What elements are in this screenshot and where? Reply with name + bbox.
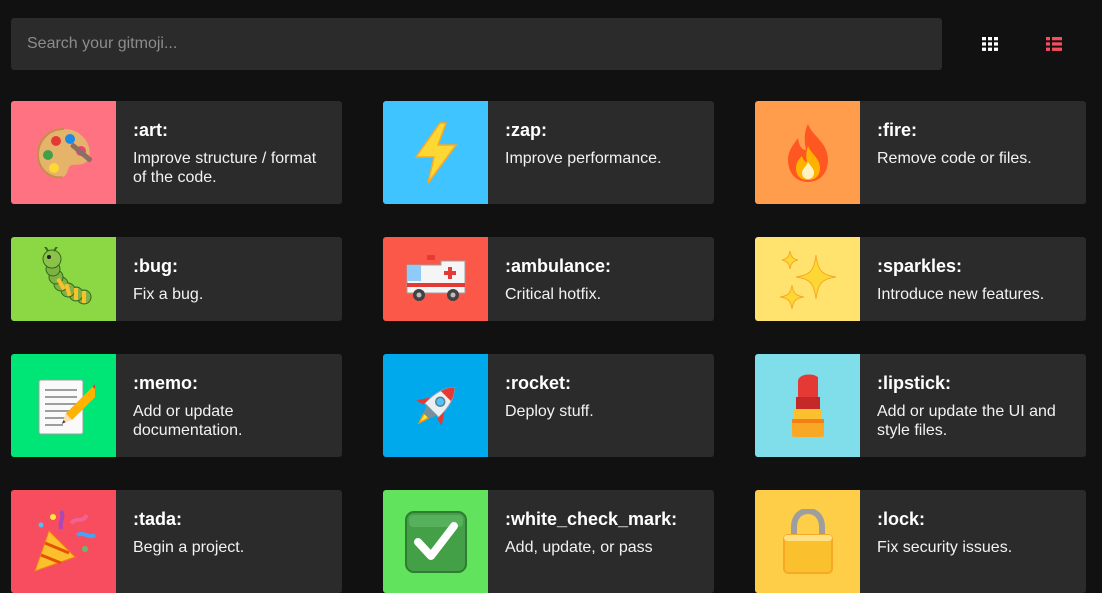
list-view-button[interactable]: [1042, 32, 1066, 56]
top-bar: [11, 18, 1091, 70]
card-info: :memo: Add or update documentation.: [116, 354, 342, 457]
search-input[interactable]: [11, 18, 942, 70]
gitmoji-card-white-check-mark[interactable]: :white_check_mark: Add, update, or pass: [383, 490, 714, 593]
palette-icon: [36, 127, 92, 178]
emoji-box: [11, 237, 116, 321]
card-info: :lipstick: Add or update the UI and styl…: [860, 354, 1086, 457]
gitmoji-card-rocket[interactable]: :rocket: Deploy stuff.: [383, 354, 714, 457]
sparkles-icon: [779, 250, 836, 310]
ambulance-icon: [406, 255, 465, 301]
gitmoji-description: Introduce new features.: [877, 286, 1045, 303]
gitmoji-code: :fire:: [877, 120, 917, 140]
gitmoji-card-zap[interactable]: :zap: Improve performance.: [383, 101, 714, 204]
gitmoji-description: Remove code or files.: [877, 150, 1032, 167]
gitmoji-code: :tada:: [133, 509, 182, 529]
grid-icon: [982, 37, 998, 51]
emoji-box: [11, 490, 116, 593]
emoji-box: [755, 101, 860, 204]
gitmoji-card-sparkles[interactable]: :sparkles: Introduce new features.: [755, 237, 1086, 321]
rocket-icon: [415, 386, 455, 426]
card-info: :zap: Improve performance.: [488, 101, 678, 204]
card-info: :fire: Remove code or files.: [860, 101, 1048, 204]
gitmoji-code: :art:: [133, 120, 168, 140]
gitmoji-code: :white_check_mark:: [505, 509, 678, 529]
card-info: :tada: Begin a project.: [116, 490, 260, 593]
gitmoji-code: :memo:: [133, 373, 199, 393]
emoji-box: [383, 101, 488, 204]
emoji-box: [11, 101, 116, 204]
emoji-box: [11, 354, 116, 457]
list-icon: [1046, 37, 1062, 51]
fire-icon: [787, 123, 828, 182]
gitmoji-code: :ambulance:: [505, 256, 612, 276]
gitmoji-card-bug[interactable]: :bug: Fix a bug.: [11, 237, 342, 321]
gitmoji-code: :sparkles:: [877, 256, 963, 276]
card-info: :rocket: Deploy stuff.: [488, 354, 610, 457]
gitmoji-card-lipstick[interactable]: :lipstick: Add or update the UI and styl…: [755, 354, 1086, 457]
gitmoji-description: Fix security issues.: [877, 539, 1013, 556]
gitmoji-card-lock[interactable]: :lock: Fix security issues.: [755, 490, 1086, 593]
gitmoji-code: :lock:: [877, 509, 926, 529]
card-info: :bug: Fix a bug.: [116, 237, 219, 321]
emoji-box: [383, 237, 488, 321]
memo-icon: [38, 379, 95, 434]
emoji-box: [383, 354, 488, 457]
gitmoji-description: Improve performance.: [505, 150, 662, 167]
gitmoji-code: :lipstick:: [877, 373, 952, 393]
gitmoji-card-art[interactable]: :art: Improve structure / format of the …: [11, 101, 342, 204]
card-info: :ambulance: Critical hotfix.: [488, 237, 627, 321]
emoji-box: [755, 490, 860, 593]
gitmoji-code: :zap:: [505, 120, 547, 140]
lightning-icon: [414, 121, 457, 183]
gitmoji-description: Improve structure / format of the code.: [133, 150, 317, 186]
gitmoji-description: Deploy stuff.: [505, 403, 594, 420]
emoji-box: [383, 490, 488, 593]
gitmoji-description: Add, update, or pass: [505, 539, 653, 556]
card-info: :art: Improve structure / format of the …: [116, 101, 342, 204]
gitmoji-description: Critical hotfix.: [505, 286, 602, 303]
party-popper-icon: [33, 509, 96, 572]
gitmoji-description: Begin a project.: [133, 539, 245, 556]
card-info: :lock: Fix security issues.: [860, 490, 1028, 593]
emoji-box: [755, 354, 860, 457]
gitmoji-description: Add or update the UI and style files.: [877, 403, 1056, 439]
gitmoji-card-memo[interactable]: :memo: Add or update documentation.: [11, 354, 342, 457]
gitmoji-card-ambulance[interactable]: :ambulance: Critical hotfix.: [383, 237, 714, 321]
card-info: :sparkles: Introduce new features.: [860, 237, 1060, 321]
lipstick-icon: [791, 373, 824, 437]
bug-icon: [42, 247, 91, 305]
gitmoji-code: :bug:: [133, 256, 178, 276]
check-mark-icon: [404, 510, 467, 573]
grid-view-button[interactable]: [978, 32, 1002, 56]
card-info: :white_check_mark: Add, update, or pass: [488, 490, 693, 593]
gitmoji-card-fire[interactable]: :fire: Remove code or files.: [755, 101, 1086, 204]
gitmoji-card-tada[interactable]: :tada: Begin a project.: [11, 490, 342, 593]
gitmoji-description: Add or update documentation.: [133, 403, 243, 439]
gitmoji-code: :rocket:: [505, 373, 572, 393]
emoji-box: [755, 237, 860, 321]
gitmoji-description: Fix a bug.: [133, 286, 204, 303]
lock-icon: [782, 508, 833, 574]
